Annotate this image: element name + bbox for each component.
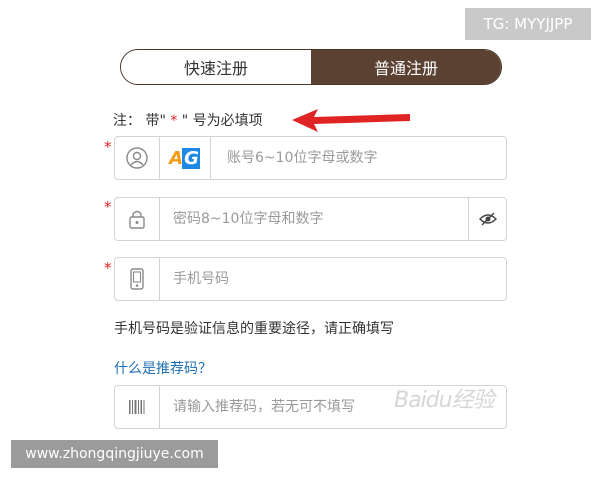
note-suffix: " 号为必填项: [181, 113, 263, 129]
account-input[interactable]: 账号6~10位字母或数字: [227, 137, 377, 179]
phone-note: 手机号码是验证信息的重要途径，请正确填写: [114, 321, 394, 337]
required-note: 注： 带" * " 号为必填项: [113, 110, 263, 130]
note-prefix: 注： 带": [113, 113, 166, 129]
tg-badge: TG: MYYJJPP: [465, 8, 591, 40]
password-field[interactable]: 密码8~10位字母和数字: [114, 197, 507, 241]
required-mark-phone: *: [104, 259, 112, 277]
tab-quick-register[interactable]: 快速注册: [121, 50, 311, 84]
barcode-icon: [115, 386, 160, 428]
referral-help-link[interactable]: 什么是推荐码？: [114, 358, 212, 378]
ag-logo: AG: [159, 137, 211, 179]
red-arrow-icon: [292, 109, 410, 132]
phone-input[interactable]: 手机号码: [173, 258, 229, 300]
required-mark-password: *: [104, 198, 112, 216]
required-mark-account: *: [104, 138, 112, 156]
baidu-watermark: Baidu经验: [394, 388, 495, 413]
eye-off-icon[interactable]: [468, 198, 506, 240]
note-stars: *: [165, 113, 182, 129]
ag-logo-a: A: [169, 147, 183, 169]
tab-normal-register[interactable]: 普通注册: [311, 50, 501, 84]
account-field[interactable]: AG 账号6~10位字母或数字: [114, 136, 507, 180]
referral-input[interactable]: 请输入推荐码，若无可不填写: [173, 386, 355, 428]
lock-icon: [115, 198, 160, 240]
register-tabs: 快速注册 普通注册: [120, 49, 502, 85]
phone-field[interactable]: 手机号码: [114, 257, 507, 301]
ag-logo-g: G: [182, 147, 200, 169]
phone-icon: [115, 258, 160, 300]
password-input[interactable]: 密码8~10位字母和数字: [173, 198, 323, 240]
site-watermark: www.zhongqingjiuye.com: [11, 440, 218, 468]
user-icon: [115, 137, 160, 179]
